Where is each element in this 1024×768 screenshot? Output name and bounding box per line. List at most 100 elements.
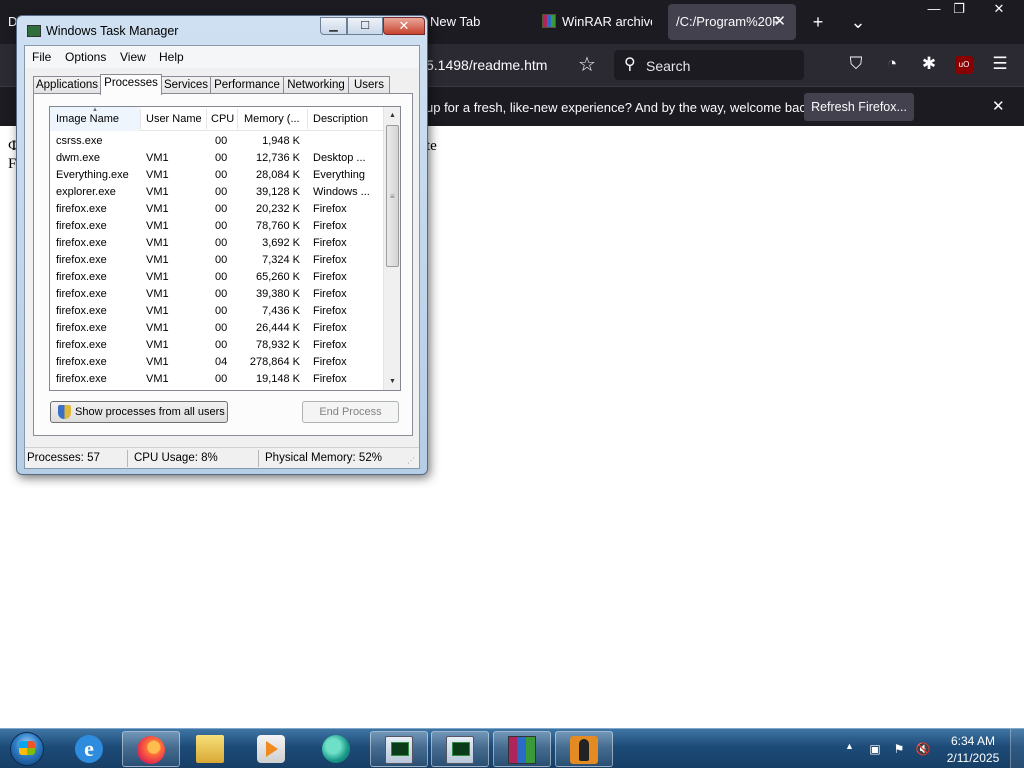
taskbar-winrar[interactable] xyxy=(493,731,551,767)
menu-options[interactable]: Options xyxy=(65,50,106,64)
process-row[interactable]: dwm.exe VM1 00 12,736 K Desktop ... xyxy=(50,150,383,167)
scroll-up-arrow-icon[interactable]: ▲ xyxy=(384,107,400,124)
network-icon[interactable]: ▣ xyxy=(867,741,883,757)
process-user-name: VM1 xyxy=(146,288,169,300)
process-description: Desktop ... xyxy=(313,152,366,164)
start-button[interactable] xyxy=(4,730,50,768)
column-memory[interactable]: Memory (... xyxy=(244,113,300,125)
process-row[interactable]: explorer.exe VM1 00 39,128 K Windows ... xyxy=(50,184,383,201)
tab-users[interactable]: Users xyxy=(348,76,390,94)
bookmark-star-icon[interactable]: ☆ xyxy=(578,52,596,77)
hamburger-menu-icon[interactable]: ☰ xyxy=(989,54,1011,74)
process-memory: 278,864 K xyxy=(249,356,300,368)
taskbar-firefox[interactable] xyxy=(122,731,180,767)
process-row[interactable]: csrss.exe 00 1,948 K xyxy=(50,133,383,150)
taskbar-counter-strike[interactable] xyxy=(555,731,613,767)
tab-networking[interactable]: Networking xyxy=(283,76,349,94)
process-cpu: 00 xyxy=(215,373,228,385)
firefox-minimize-button[interactable]: — xyxy=(920,0,948,20)
taskbar-media-player[interactable] xyxy=(243,731,301,767)
process-row[interactable]: firefox.exe VM1 00 26,444 K Firefox xyxy=(50,320,383,337)
process-row[interactable]: firefox.exe VM1 00 39,380 K Firefox xyxy=(50,286,383,303)
process-row[interactable]: Everything.exe VM1 00 28,084 K Everything xyxy=(50,167,383,184)
process-cpu: 00 xyxy=(215,152,228,164)
column-divider[interactable] xyxy=(307,109,308,129)
tab-winrar-archive[interactable]: WinRAR archive xyxy=(542,4,652,40)
search-placeholder: Search xyxy=(646,58,691,74)
refresh-firefox-button[interactable]: Refresh Firefox... xyxy=(804,93,914,121)
tab-readme-active[interactable]: /C:/Program%20F ✕ xyxy=(668,4,796,40)
column-cpu[interactable]: CPU xyxy=(211,113,234,125)
new-tab-button[interactable]: + xyxy=(803,7,833,37)
process-description: Firefox xyxy=(313,254,347,266)
list-all-tabs-button[interactable]: ⌄ xyxy=(843,7,873,37)
column-divider[interactable] xyxy=(206,109,207,129)
column-divider[interactable] xyxy=(140,109,141,129)
tab-new-tab[interactable]: New Tab xyxy=(430,4,510,40)
tab-close-icon[interactable]: ✕ xyxy=(773,4,786,40)
menu-help[interactable]: Help xyxy=(159,50,184,64)
process-row[interactable]: firefox.exe VM1 00 65,260 K Firefox xyxy=(50,269,383,286)
taskbar-task-manager-1[interactable] xyxy=(370,731,428,767)
task-manager-title-bar[interactable]: Windows Task Manager ▁ ☐ ✕ xyxy=(17,16,427,46)
clock-date[interactable]: 2/11/2025 xyxy=(940,751,1006,765)
resize-grip-icon[interactable]: ⋰ xyxy=(407,456,415,465)
action-center-flag-icon[interactable]: ⚑ xyxy=(891,741,907,757)
taskbar-edge[interactable] xyxy=(308,731,366,767)
column-divider[interactable] xyxy=(237,109,238,129)
volume-muted-icon[interactable]: 🔇 xyxy=(915,741,931,757)
task-manager-body: File Options View Help Applications Proc… xyxy=(24,45,420,469)
column-description[interactable]: Description xyxy=(313,113,368,125)
show-all-processes-button[interactable]: Show processes from all users xyxy=(50,401,228,423)
process-row[interactable]: firefox.exe VM1 00 78,932 K Firefox xyxy=(50,337,383,354)
tab-winrar-label: WinRAR archive xyxy=(562,14,652,29)
tab-performance[interactable]: Performance xyxy=(210,76,284,94)
process-description: Firefox xyxy=(313,305,347,317)
scrollbar-thumb[interactable]: ≡ xyxy=(386,125,399,267)
taskbar-file-explorer[interactable] xyxy=(182,731,240,767)
ublock-origin-icon[interactable]: uO xyxy=(955,56,973,74)
tab-readme-label: /C:/Program%20F xyxy=(676,14,781,29)
process-row[interactable]: firefox.exe VM1 00 20,232 K Firefox xyxy=(50,201,383,218)
taskbar-task-manager-2[interactable] xyxy=(431,731,489,767)
vertical-scrollbar[interactable]: ▲ ≡ ▼ xyxy=(383,107,400,390)
winrar-icon xyxy=(542,14,556,28)
process-row[interactable]: firefox.exe VM1 00 78,760 K Firefox xyxy=(50,218,383,235)
notification-text: up for a fresh, like-new experience? And… xyxy=(426,100,816,115)
search-box[interactable]: ⚲ Search xyxy=(614,50,804,80)
tab-services[interactable]: Services xyxy=(161,76,211,94)
url-bar-text[interactable]: 5.1498/readme.htm xyxy=(426,57,547,73)
tab-processes[interactable]: Processes xyxy=(100,74,162,95)
firefox-restore-button[interactable]: ❐ xyxy=(945,0,973,20)
show-hidden-icons-arrow[interactable]: ▲ xyxy=(845,741,854,751)
taskbar-internet-explorer[interactable]: e xyxy=(61,731,119,767)
process-row[interactable]: firefox.exe VM1 00 19,148 K Firefox xyxy=(50,371,383,388)
column-user-name[interactable]: User Name xyxy=(146,113,202,125)
process-row[interactable]: firefox.exe VM1 00 7,324 K Firefox xyxy=(50,252,383,269)
tab-applications[interactable]: Applications xyxy=(33,76,101,94)
close-button[interactable]: ✕ xyxy=(383,17,425,35)
firefox-view-icon[interactable]: ◔ xyxy=(881,54,903,74)
process-row[interactable]: firefox.exe VM1 00 7,436 K Firefox xyxy=(50,303,383,320)
firefox-icon xyxy=(137,736,165,764)
show-desktop-button[interactable] xyxy=(1010,729,1024,768)
menu-view[interactable]: View xyxy=(120,50,146,64)
process-row[interactable]: firefox.exe VM1 04 278,864 K Firefox xyxy=(50,354,383,371)
maximize-button[interactable]: ☐ xyxy=(347,17,383,35)
firefox-close-button[interactable]: ✕ xyxy=(985,0,1013,20)
end-process-button[interactable]: End Process xyxy=(302,401,399,423)
scroll-down-arrow-icon[interactable]: ▼ xyxy=(384,373,400,390)
extensions-icon[interactable]: ✱ xyxy=(918,54,940,74)
pocket-icon[interactable]: ⛉ xyxy=(845,54,867,74)
column-image-name[interactable]: Image Name xyxy=(56,113,119,125)
process-list[interactable]: ▲ Image Name User Name CPU Memory (... D… xyxy=(49,106,401,391)
process-image-name: explorer.exe xyxy=(56,186,116,198)
process-row[interactable]: firefox.exe VM1 00 3,692 K Firefox xyxy=(50,235,383,252)
menu-file[interactable]: File xyxy=(32,50,51,64)
notification-close-icon[interactable]: ✕ xyxy=(992,97,1005,115)
minimize-button[interactable]: ▁ xyxy=(320,17,347,35)
process-cpu: 00 xyxy=(215,237,228,249)
window-title: Windows Task Manager xyxy=(46,24,179,38)
clock-time[interactable]: 6:34 AM xyxy=(946,734,1000,748)
media-player-icon xyxy=(257,735,285,763)
